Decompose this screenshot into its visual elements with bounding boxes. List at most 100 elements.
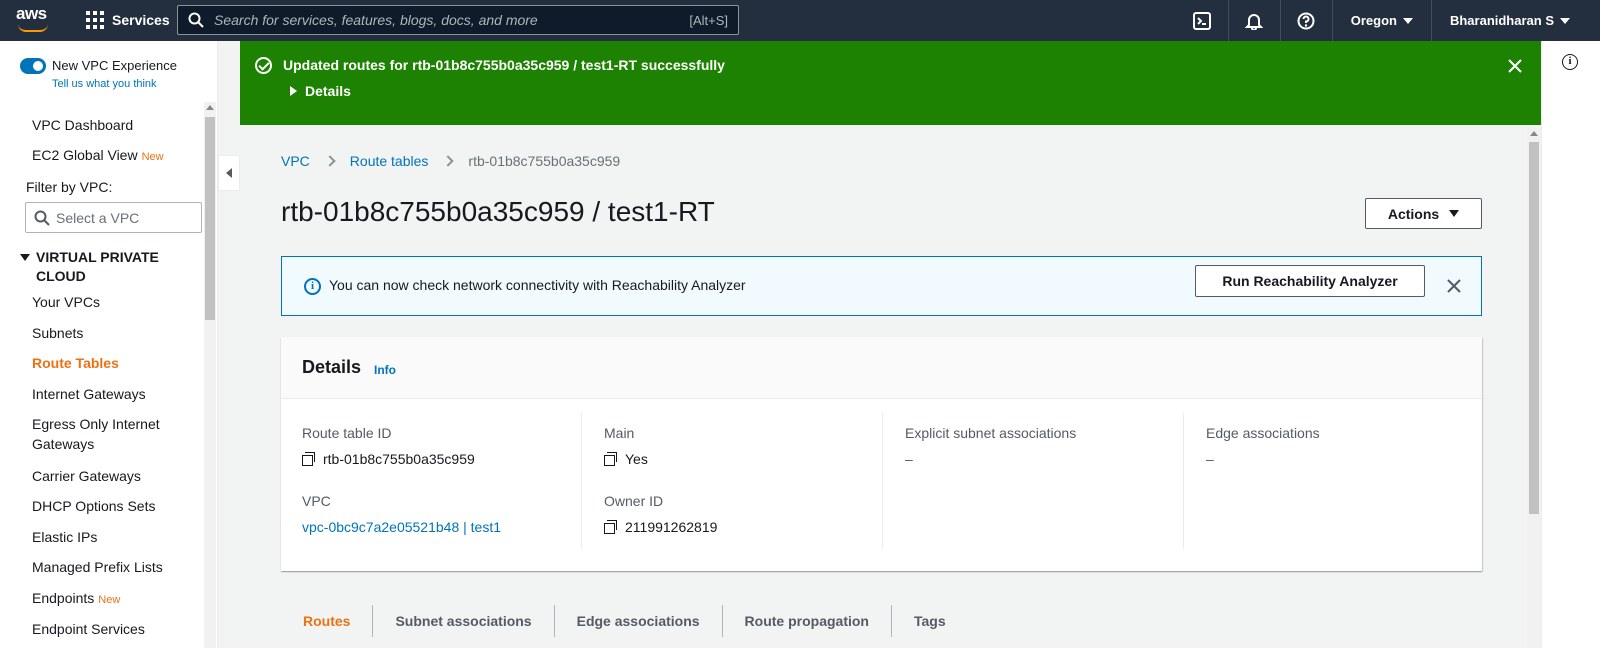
sidebar-item-managed-prefix-lists[interactable]: Managed Prefix Lists [32,557,192,577]
caret-right-icon [290,86,297,96]
owner-id-value: 211991262819 [604,519,717,535]
sidebar-item-your-vpcs[interactable]: Your VPCs [32,292,192,312]
collapse-sidebar-button[interactable] [218,155,240,191]
filter-by-vpc-label: Filter by VPC: [26,179,113,195]
tab-edge-associations[interactable]: Edge associations [553,605,722,637]
cloudshell-button[interactable] [1176,0,1228,41]
copy-icon[interactable] [604,452,618,466]
bell-icon [1245,13,1264,30]
flash-details-toggle[interactable]: Details [290,83,351,99]
sidebar-item-label: Route Tables [32,355,119,371]
sidebar-item-egress-only-internet-gateways[interactable]: Egress Only Internet Gateways [32,414,182,454]
flash-message: Updated routes for rtb-01b8c755b0a35c959… [283,57,725,73]
caret-down-icon [1449,210,1460,217]
new-vpc-experience-row: New VPC Experience Tell us what you thin… [20,57,177,90]
run-reachability-analyzer-button[interactable]: Run Reachability Analyzer [1195,265,1425,297]
sidebar-item-label: Endpoints [32,590,95,606]
cloudshell-icon [1192,11,1211,30]
route-table-tabs: Routes Subnet associations Edge associat… [281,605,968,637]
edge-associations-label: Edge associations [1206,425,1320,441]
sidebar-item-vpc-dashboard[interactable]: VPC Dashboard [32,115,192,135]
sidebar-scrollbar[interactable] [204,102,216,648]
info-link[interactable]: Info [374,363,396,377]
breadcrumb: VPC Route tables rtb-01b8c755b0a35c959 [281,153,620,169]
region-selector[interactable]: Oregon [1331,0,1431,41]
sidebar-item-ec2-global-view[interactable]: EC2 Global View New [32,145,192,167]
column-divider [882,413,883,549]
account-menu[interactable]: Bharanidharan S [1430,0,1600,41]
services-label: Services [112,12,170,28]
notifications-button[interactable] [1227,0,1280,41]
caret-down-icon [1560,17,1570,24]
route-table-id-label: Route table ID [302,425,392,441]
actions-label: Actions [1387,205,1440,222]
breadcrumb-current: rtb-01b8c755b0a35c959 [468,153,621,169]
page-title: rtb-01b8c755b0a35c959 / test1-RT [281,196,715,227]
explicit-subnet-associations-value: – [905,451,913,467]
breadcrumb-vpc[interactable]: VPC [281,153,310,169]
sidebar-item-dhcp-options-sets[interactable]: DHCP Options Sets [32,496,192,516]
sidebar-item-label: Internet Gateways [32,386,146,402]
sidebar-item-label: Managed Prefix Lists [32,559,163,575]
route-table-id-text: rtb-01b8c755b0a35c959 [323,451,475,467]
chevron-right-icon [442,155,455,167]
sidebar-item-label: Subnets [32,325,84,341]
toggle-label: New VPC Experience [52,58,177,73]
owner-id-label: Owner ID [604,493,664,509]
details-container: Details Info Route table ID rtb-01b8c755… [281,337,1482,571]
sidebar-item-carrier-gateways[interactable]: Carrier Gateways [32,466,192,486]
search-icon [188,12,204,28]
services-menu-button[interactable]: Services [86,11,170,29]
close-icon[interactable] [1506,57,1524,75]
main-value: Yes [604,451,648,467]
details-title: Details [302,357,362,377]
sidebar-item-route-tables[interactable]: Route Tables [32,353,192,373]
breadcrumb-route-tables[interactable]: Route tables [350,153,429,169]
run-reachability-label: Run Reachability Analyzer [1222,273,1398,289]
main-scrollbar-thumb[interactable] [1529,142,1539,514]
sidebar-item-subnets[interactable]: Subnets [32,323,192,343]
copy-icon[interactable] [302,452,316,466]
route-table-id-value: rtb-01b8c755b0a35c959 [302,451,475,467]
vpc-filter-select[interactable]: Select a VPC [25,202,202,233]
sidebar-item-elastic-ips[interactable]: Elastic IPs [32,527,192,547]
section-label: VIRTUAL PRIVATE CLOUD [36,249,159,284]
sidebar-scrollbar-thumb[interactable] [205,117,215,320]
close-icon[interactable] [1445,277,1463,295]
sidebar-item-endpoint-services[interactable]: Endpoint Services [32,619,192,639]
search-icon [34,210,50,226]
main-scrollbar[interactable] [1527,128,1541,648]
info-icon[interactable]: i [1562,54,1578,70]
global-search-input[interactable]: Search for services, features, blogs, do… [177,5,739,35]
new-vpc-experience-toggle[interactable] [20,58,46,74]
sidebar-item-label: Egress Only Internet Gateways [32,416,160,452]
tab-routes[interactable]: Routes [281,605,372,637]
search-placeholder: Search for services, features, blogs, do… [214,12,538,28]
tab-route-propagation[interactable]: Route propagation [721,605,891,637]
help-button[interactable] [1279,0,1332,41]
search-shortcut-hint: [Alt+S] [689,12,728,28]
reachability-info-alert: i You can now check network connectivity… [281,256,1482,316]
sidebar-item-internet-gateways[interactable]: Internet Gateways [32,384,192,404]
main-text: Yes [625,451,648,467]
main-label: Main [604,425,635,441]
tab-subnet-associations[interactable]: Subnet associations [372,605,553,637]
scroll-up-arrow-icon[interactable] [1530,131,1538,136]
help-icon [1297,12,1315,29]
sidebar-item-label: DHCP Options Sets [32,498,156,514]
scroll-up-arrow-icon[interactable] [206,105,214,110]
vpc-link[interactable]: vpc-0bc9c7a2e05521b48 | test1 [302,519,501,535]
column-divider [1183,413,1184,549]
aws-logo[interactable]: aws [16,5,52,35]
actions-button[interactable]: Actions [1365,198,1482,229]
chevron-right-icon [324,155,336,167]
edge-associations-value: – [1206,451,1214,467]
feedback-link[interactable]: Tell us what you think [52,78,177,90]
tab-tags[interactable]: Tags [890,605,968,637]
section-virtual-private-cloud[interactable]: VIRTUAL PRIVATE CLOUD [20,248,190,286]
sidebar-item-endpoints[interactable]: Endpoints New [32,588,192,610]
grid-icon [86,11,104,29]
copy-icon[interactable] [604,520,618,534]
owner-id-text: 211991262819 [625,519,718,535]
column-divider [581,413,582,549]
